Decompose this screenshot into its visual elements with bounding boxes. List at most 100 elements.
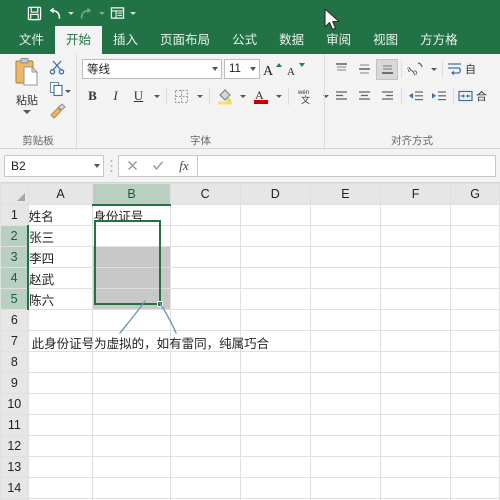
tab-view[interactable]: 视图 — [362, 26, 409, 54]
cell-d6[interactable] — [239, 309, 311, 331]
row-header-1[interactable]: 1 — [0, 204, 29, 226]
wrap-text-button[interactable]: 自 — [446, 59, 476, 80]
cell-c1[interactable] — [169, 204, 241, 226]
formula-input[interactable] — [197, 154, 496, 177]
cell-a6[interactable] — [27, 309, 94, 331]
name-box[interactable]: B2 — [4, 154, 104, 177]
cell-a11[interactable] — [27, 414, 94, 436]
borders-dropdown-button[interactable] — [194, 86, 205, 107]
tab-page-layout[interactable]: 页面布局 — [149, 26, 221, 54]
increase-indent-button[interactable] — [428, 86, 450, 107]
cell-g10[interactable] — [450, 393, 500, 415]
tab-data[interactable]: 数据 — [268, 26, 315, 54]
grow-font-button[interactable]: A — [262, 59, 283, 80]
select-all-button[interactable] — [0, 183, 29, 205]
cell-f2[interactable] — [380, 225, 452, 247]
font-color-dropdown-button[interactable] — [273, 86, 284, 107]
column-header-a[interactable]: A — [27, 183, 94, 205]
cell-f8[interactable] — [380, 351, 452, 373]
cell-c8[interactable] — [169, 351, 241, 373]
tab-fangfanggezi[interactable]: 方方格 — [409, 26, 469, 54]
tab-home[interactable]: 开始 — [55, 26, 103, 54]
cell-c12[interactable] — [169, 435, 241, 457]
cell-e8[interactable] — [309, 351, 382, 373]
save-icon[interactable] — [24, 3, 44, 23]
cell-c4[interactable] — [169, 267, 241, 289]
cell-c6[interactable] — [169, 309, 241, 331]
row-header-9[interactable]: 9 — [0, 372, 29, 394]
fill-color-dropdown-button[interactable] — [237, 86, 248, 107]
cell-d5[interactable] — [239, 288, 311, 310]
column-header-d[interactable]: D — [239, 183, 311, 205]
bold-button[interactable]: B — [82, 86, 103, 107]
cell-c5[interactable] — [169, 288, 241, 310]
cell-e12[interactable] — [309, 435, 382, 457]
insert-function-button[interactable]: fx — [171, 156, 197, 176]
cell-f3[interactable] — [380, 246, 452, 268]
tab-formulas[interactable]: 公式 — [221, 26, 268, 54]
cell-g5[interactable] — [450, 288, 500, 310]
row-header-6[interactable]: 6 — [0, 309, 29, 331]
cell-b11[interactable] — [92, 414, 171, 436]
row-header-10[interactable]: 10 — [0, 393, 29, 415]
undo-icon[interactable] — [45, 3, 65, 23]
row-header-7[interactable]: 7 — [0, 330, 29, 352]
cell-b10[interactable] — [92, 393, 171, 415]
font-name-input[interactable]: 等线 — [82, 59, 222, 79]
row-header-14[interactable]: 14 — [0, 477, 29, 499]
cell-f4[interactable] — [380, 267, 452, 289]
cell-e9[interactable] — [309, 372, 382, 394]
fill-color-button[interactable] — [214, 86, 235, 107]
cell-d9[interactable] — [239, 372, 311, 394]
enter-formula-button[interactable] — [145, 156, 171, 176]
undo-dropdown-icon[interactable] — [66, 3, 75, 23]
cell-b1[interactable]: 身份证号 — [92, 204, 171, 226]
font-size-dropdown-icon[interactable] — [250, 67, 256, 71]
format-painter-button[interactable] — [49, 102, 71, 123]
cell-b4[interactable] — [92, 267, 171, 289]
cell-f10[interactable] — [380, 393, 452, 415]
quick-print-icon[interactable] — [107, 3, 127, 23]
redo-dropdown-icon[interactable] — [97, 3, 106, 23]
cell-f14[interactable] — [380, 477, 452, 499]
cell-c11[interactable] — [169, 414, 241, 436]
cell-a9[interactable] — [27, 372, 94, 394]
cell-g13[interactable] — [450, 456, 500, 478]
cell-a7[interactable]: 此身份证号为虚拟的，如有雷同，纯属巧合 — [27, 330, 269, 352]
cell-g9[interactable] — [450, 372, 500, 394]
cell-e11[interactable] — [309, 414, 382, 436]
tab-file[interactable]: 文件 — [8, 26, 55, 54]
cell-c2[interactable] — [169, 225, 241, 247]
align-left-button[interactable] — [330, 86, 352, 107]
cell-f12[interactable] — [380, 435, 452, 457]
tab-insert[interactable]: 插入 — [102, 26, 149, 54]
fill-handle[interactable] — [157, 301, 163, 307]
cell-a5[interactable]: 陈六 — [27, 288, 94, 310]
column-header-f[interactable]: F — [380, 183, 452, 205]
cell-b14[interactable] — [92, 477, 171, 499]
underline-button[interactable]: U — [128, 86, 149, 107]
cancel-formula-button[interactable] — [119, 156, 145, 176]
paste-button[interactable]: 粘贴 — [5, 57, 49, 114]
cell-f9[interactable] — [380, 372, 452, 394]
phonetic-guide-button[interactable]: wén 文 — [293, 86, 318, 107]
cell-b6[interactable] — [92, 309, 171, 331]
borders-button[interactable] — [171, 86, 192, 107]
cell-b12[interactable] — [92, 435, 171, 457]
cell-d13[interactable] — [239, 456, 311, 478]
cell-f13[interactable] — [380, 456, 452, 478]
cell-a1[interactable]: 姓名 — [27, 204, 94, 226]
cell-a14[interactable] — [27, 477, 94, 499]
shrink-font-button[interactable]: A — [285, 59, 306, 80]
cell-a4[interactable]: 赵武 — [27, 267, 94, 289]
name-box-dropdown-icon[interactable] — [94, 163, 100, 168]
cell-e14[interactable] — [309, 477, 382, 499]
cell-f1[interactable] — [380, 204, 452, 226]
align-top-button[interactable] — [330, 59, 352, 80]
cell-a13[interactable] — [27, 456, 94, 478]
cell-a12[interactable] — [27, 435, 94, 457]
cell-g7[interactable] — [450, 330, 500, 352]
font-size-input[interactable]: 11 — [224, 59, 260, 79]
row-header-3[interactable]: 3 — [0, 246, 30, 268]
row-header-5[interactable]: 5 — [0, 288, 30, 310]
